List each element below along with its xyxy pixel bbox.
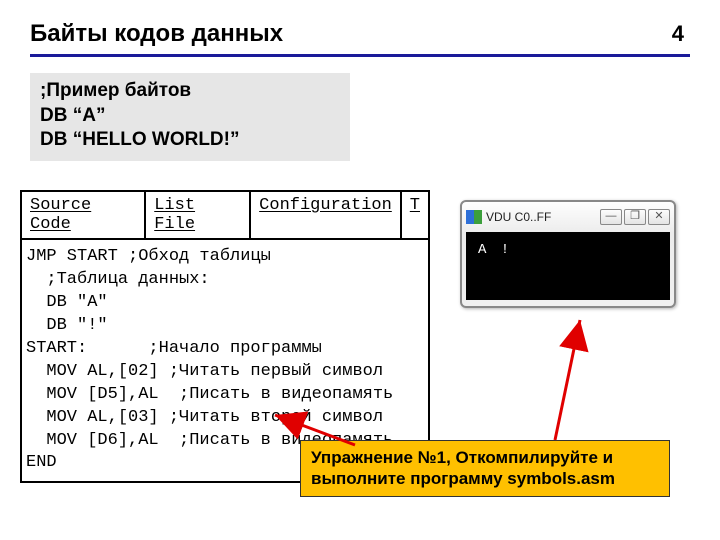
minimize-button[interactable]: —	[600, 209, 622, 225]
vdu-logo-icon	[466, 210, 482, 224]
callout-text: Упражнение №1, Откомпилируйте и выполнит…	[311, 448, 615, 488]
exercise-callout: Упражнение №1, Откомпилируйте и выполнит…	[300, 440, 670, 497]
maximize-button[interactable]: ❐	[624, 209, 646, 225]
vdu-window: VDU C0..FF — ❐ ✕ A !	[460, 200, 676, 308]
close-button[interactable]: ✕	[648, 209, 670, 225]
tab-source-code[interactable]: Source Code	[22, 192, 146, 238]
tab-truncated[interactable]: T	[402, 192, 428, 238]
example-line: DB “A”	[40, 104, 340, 129]
editor-tabs: Source Code List File Configuration T	[22, 192, 428, 240]
example-line: DB “HELLO WORLD!”	[40, 128, 340, 153]
page-title: Байты кодов данных	[30, 20, 283, 48]
vdu-window-title: VDU C0..FF	[486, 210, 596, 224]
tab-list-file[interactable]: List File	[146, 192, 251, 238]
tab-configuration[interactable]: Configuration	[251, 192, 402, 238]
example-line: ;Пример байтов	[40, 79, 340, 104]
example-code-box: ;Пример байтов DB “A” DB “HELLO WORLD!”	[30, 73, 350, 161]
page-number: 4	[672, 21, 690, 47]
vdu-output-text: A !	[478, 242, 512, 258]
divider	[30, 54, 690, 57]
vdu-screen: A !	[466, 232, 670, 300]
